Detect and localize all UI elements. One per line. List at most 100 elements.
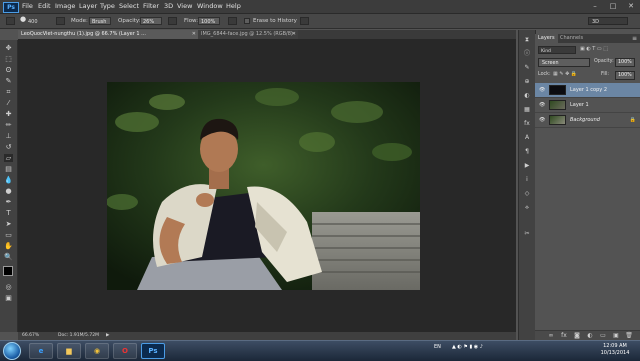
document-tab[interactable]: IMG_6844-face.jpg @ 12.5% (RGB/8) * ✕ [198, 30, 298, 46]
filter-kind-select[interactable]: Kind [538, 46, 576, 54]
maximize-button[interactable]: □ [606, 1, 620, 11]
fill-field[interactable]: 100% [615, 71, 635, 80]
folder-icon[interactable]: ▆ [57, 343, 81, 359]
brush-panel-icon[interactable]: ✎ [523, 64, 531, 71]
menu-select[interactable]: Select [119, 0, 139, 13]
menu-help[interactable]: Help [226, 0, 241, 13]
delete-layer-icon[interactable]: 🗑 [625, 332, 633, 340]
tab-layers[interactable]: Layers [535, 34, 558, 43]
swatches-panel-icon[interactable]: ▦ [523, 106, 531, 113]
menu-view[interactable]: View [177, 0, 192, 13]
lasso-tool-icon[interactable]: ʘ [4, 66, 13, 74]
quick-select-tool-icon[interactable]: ✎ [4, 77, 13, 85]
layer-mask-icon[interactable]: ◙ [573, 332, 581, 340]
shape-tool-icon[interactable]: ▭ [4, 231, 13, 239]
flow-field[interactable]: 100% [198, 17, 220, 25]
marquee-tool-icon[interactable]: ⬚ [4, 55, 13, 63]
character-panel-icon[interactable]: A [523, 134, 531, 141]
status-arrow-icon[interactable]: ▶ [106, 332, 109, 340]
styles-panel-icon[interactable]: fx [523, 120, 531, 127]
menu-3d[interactable]: 3D [164, 0, 173, 13]
brush-panel-icon[interactable] [56, 17, 65, 25]
brush-picker[interactable]: ● 400 [20, 15, 44, 27]
history-brush-tool-icon[interactable]: ↺ [4, 143, 13, 151]
clone-source-panel-icon[interactable]: ⊕ [523, 78, 531, 85]
layer-row-selected[interactable]: 👁 Layer 1 copy 2 [535, 83, 640, 98]
menu-window[interactable]: Window [197, 0, 223, 13]
close-tab-icon[interactable]: ✕ [292, 30, 296, 39]
eye-icon[interactable]: 👁 [539, 117, 545, 123]
airbrush-icon[interactable] [228, 17, 237, 25]
zoom-tool-icon[interactable]: 🔍 [4, 253, 13, 261]
language-indicator[interactable]: EN [434, 344, 441, 350]
adjustments-panel-icon[interactable]: ◐ [523, 92, 531, 99]
healing-brush-tool-icon[interactable]: ✚ [4, 110, 13, 118]
menu-filter[interactable]: Filter [143, 0, 159, 13]
eraser-tool-preset-icon[interactable] [6, 17, 15, 25]
link-layers-icon[interactable]: ∞ [547, 332, 555, 340]
document-canvas-image[interactable] [107, 82, 420, 290]
lock-icons[interactable]: ▦ ✎ ✥ 🔒 [553, 71, 577, 77]
hand-tool-icon[interactable]: ✋ [4, 242, 13, 250]
layer-style-icon[interactable]: fx [560, 332, 568, 340]
close-tab-icon[interactable]: ✕ [192, 30, 196, 39]
new-layer-icon[interactable]: ▣ [612, 332, 620, 340]
adjustment-layer-icon[interactable]: ◐ [586, 332, 594, 340]
pressure-opacity-icon[interactable] [168, 17, 177, 25]
tray-icons[interactable]: ▲ ◐ ⚑ ▮ ◉ ♪ [452, 344, 483, 350]
minimize-button[interactable]: – [588, 1, 602, 11]
path-selection-tool-icon[interactable]: ➤ [4, 220, 13, 228]
menu-type[interactable]: Type [100, 0, 115, 13]
blend-mode-select[interactable]: Screen [538, 58, 590, 67]
history-panel-icon[interactable]: ⧗ [523, 36, 531, 43]
type-tool-icon[interactable]: T [4, 209, 13, 217]
screen-mode-icon[interactable]: ▣ [4, 294, 13, 302]
group-icon[interactable]: ▭ [599, 332, 607, 340]
layer-opacity-field[interactable]: 100% [615, 58, 635, 67]
clock[interactable]: 12:09 AM 10/13/2014 [600, 343, 630, 357]
dodge-tool-icon[interactable]: ● [4, 187, 13, 195]
photoshop-icon[interactable]: Ps [141, 343, 165, 359]
menu-file[interactable]: File [22, 0, 33, 13]
tab-channels[interactable]: Channels [557, 34, 586, 43]
close-button[interactable]: ✕ [624, 1, 638, 11]
clone-stamp-tool-icon[interactable]: ⊥ [4, 132, 13, 140]
menu-image[interactable]: Image [55, 0, 75, 13]
move-tool-icon[interactable]: ✥ [4, 44, 13, 52]
blur-tool-icon[interactable]: 💧 [4, 176, 13, 184]
gradient-tool-icon[interactable]: ▤ [4, 165, 13, 173]
pressure-size-icon[interactable] [300, 17, 309, 25]
eyedropper-tool-icon[interactable]: ⁄ [4, 99, 13, 107]
navigator-panel-icon[interactable]: ◇ [523, 190, 531, 197]
chrome-icon[interactable]: ◉ [85, 343, 109, 359]
ie-icon[interactable]: e [29, 343, 53, 359]
eye-icon[interactable]: 👁 [539, 102, 545, 108]
foreground-color-swatch[interactable] [3, 266, 13, 276]
menu-layer[interactable]: Layer [79, 0, 97, 13]
pen-tool-icon[interactable]: ✒ [4, 198, 13, 206]
menu-edit[interactable]: Edit [38, 0, 51, 13]
brush-tool-icon[interactable]: ✏ [4, 121, 13, 129]
eye-icon[interactable]: 👁 [539, 87, 545, 93]
mode-select[interactable]: Brush [89, 17, 111, 25]
workspace-select[interactable]: 3D [588, 17, 628, 25]
actions-panel-icon[interactable]: ▶ [523, 162, 531, 169]
crop-tool-icon[interactable]: ⌗ [4, 88, 13, 96]
opacity-field[interactable]: 26% [140, 17, 162, 25]
layer-row[interactable]: 👁 Layer 1 [535, 98, 640, 113]
info-panel-icon[interactable]: ⅰ [523, 176, 531, 183]
opera-icon[interactable]: O [113, 343, 137, 359]
tool-presets-panel-icon[interactable]: ✂ [523, 230, 531, 237]
document-tab-active[interactable]: LeoQuocViet-nungthu (1).jpg @ 66.7% (Lay… [18, 30, 198, 39]
quick-mask-icon[interactable]: ◎ [4, 283, 13, 291]
paths-panel-icon[interactable]: ⟡ [523, 204, 531, 211]
start-button[interactable] [3, 342, 21, 360]
panel-menu-icon[interactable]: ≡ [632, 35, 637, 42]
eraser-tool-icon[interactable]: ▱ [4, 154, 13, 162]
zoom-level[interactable]: 66.67% [22, 332, 39, 340]
erase-history-checkbox[interactable] [244, 18, 250, 24]
paragraph-panel-icon[interactable]: ¶ [523, 148, 531, 155]
properties-panel-icon[interactable]: ⓘ [523, 50, 531, 57]
filter-pixel-icon[interactable]: ▣ ◐ T ▭ ⬚ [580, 46, 608, 52]
layer-row[interactable]: 👁 Background 🔒 [535, 113, 640, 128]
